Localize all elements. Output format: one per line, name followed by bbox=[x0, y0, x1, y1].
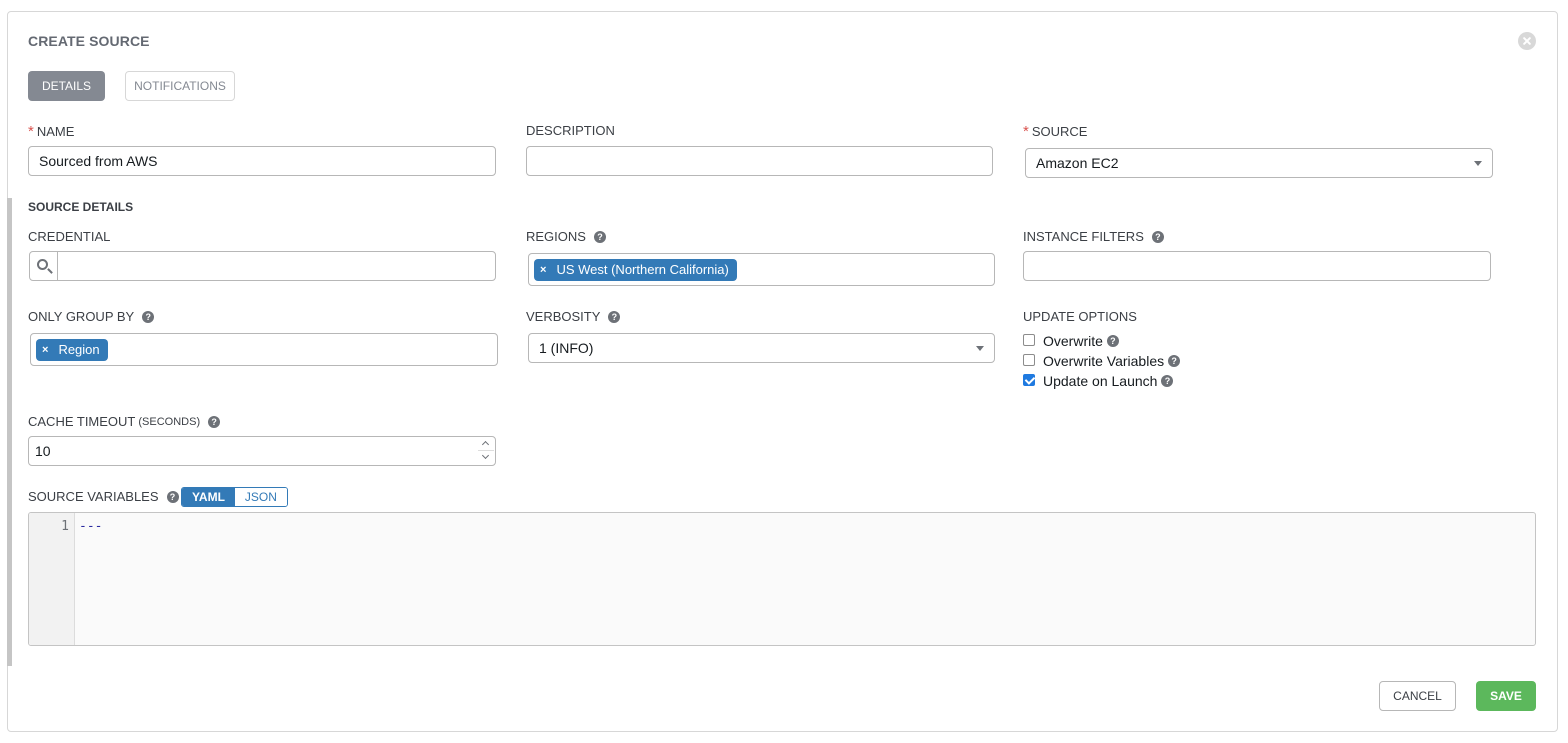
group-by-tag: × Region bbox=[36, 338, 108, 361]
question-circle-icon[interactable]: ? bbox=[1106, 335, 1119, 347]
instance-filters-label: INSTANCE FILTERS ? bbox=[1023, 229, 1164, 244]
times-icon[interactable]: × bbox=[540, 264, 546, 276]
only-group-by-multiselect[interactable]: × Region bbox=[30, 333, 498, 366]
search-icon bbox=[37, 259, 48, 270]
instance-filters-input[interactable] bbox=[1023, 251, 1491, 281]
source-details-heading: SOURCE DETAILS bbox=[28, 200, 134, 214]
source-variables-label: SOURCE VARIABLES ? bbox=[28, 489, 179, 504]
question-circle-icon[interactable]: ? bbox=[1161, 375, 1174, 387]
name-input[interactable]: Sourced from AWS bbox=[28, 146, 496, 176]
tab-details[interactable]: DETAILS bbox=[28, 71, 105, 101]
save-button[interactable]: SAVE bbox=[1476, 681, 1536, 711]
verbosity-label: VERBOSITY ? bbox=[526, 309, 621, 324]
description-label: DESCRIPTION bbox=[526, 123, 615, 138]
source-details-indicator-bar bbox=[7, 198, 12, 666]
cache-timeout-stepper[interactable] bbox=[478, 438, 494, 464]
verbosity-select[interactable]: 1 (INFO) bbox=[528, 333, 995, 363]
only-group-by-label: ONLY GROUP BY ? bbox=[28, 309, 155, 324]
cancel-button[interactable]: CANCEL bbox=[1379, 681, 1456, 711]
overwrite-checkbox[interactable] bbox=[1023, 334, 1035, 346]
yaml-json-toggle: YAML JSON bbox=[181, 487, 288, 507]
credential-input[interactable] bbox=[57, 251, 496, 281]
question-circle-icon[interactable]: ? bbox=[593, 230, 606, 243]
stepper-up-icon[interactable] bbox=[478, 438, 494, 451]
source-select[interactable]: Amazon EC2 bbox=[1025, 148, 1493, 178]
editor-gutter: 1 bbox=[29, 513, 75, 645]
name-label: * NAME bbox=[28, 123, 75, 140]
dialog-title: CREATE SOURCE bbox=[28, 33, 150, 49]
overwrite-variables-checkbox[interactable] bbox=[1023, 354, 1035, 366]
update-options-label: UPDATE OPTIONS bbox=[1023, 309, 1137, 324]
line-number: 1 bbox=[61, 519, 69, 534]
times-icon[interactable]: × bbox=[42, 344, 48, 356]
source-label: * SOURCE bbox=[1023, 123, 1088, 140]
regions-label: REGIONS ? bbox=[526, 229, 606, 244]
source-variables-editor[interactable]: 1 --- bbox=[28, 512, 1536, 646]
question-circle-icon[interactable]: ? bbox=[208, 415, 221, 428]
stepper-down-icon[interactable] bbox=[478, 451, 494, 464]
overwrite-variables-label: Overwrite Variables ? bbox=[1043, 353, 1181, 369]
region-tag: × US West (Northern California) bbox=[534, 258, 737, 281]
chevron-down-icon bbox=[976, 346, 984, 351]
description-input[interactable] bbox=[526, 146, 993, 176]
cache-timeout-input[interactable]: 10 bbox=[28, 436, 496, 466]
update-on-launch-label: Update on Launch ? bbox=[1043, 373, 1174, 389]
overwrite-label: Overwrite ? bbox=[1043, 333, 1119, 349]
update-on-launch-checkbox[interactable] bbox=[1023, 374, 1035, 386]
cache-timeout-label: CACHE TIMEOUT (SECONDS) ? bbox=[28, 414, 221, 429]
json-toggle-button[interactable]: JSON bbox=[234, 488, 287, 506]
question-circle-icon[interactable]: ? bbox=[1151, 230, 1164, 243]
question-circle-icon[interactable]: ? bbox=[166, 490, 179, 503]
question-circle-icon[interactable]: ? bbox=[608, 310, 621, 323]
close-icon[interactable] bbox=[1518, 32, 1536, 50]
regions-multiselect[interactable]: × US West (Northern California) bbox=[528, 253, 995, 286]
editor-content[interactable]: --- bbox=[79, 519, 102, 534]
question-circle-icon[interactable]: ? bbox=[142, 310, 155, 323]
credential-lookup-button[interactable] bbox=[29, 251, 58, 281]
yaml-toggle-button[interactable]: YAML bbox=[182, 488, 235, 506]
required-marker: * bbox=[28, 123, 34, 140]
question-circle-icon[interactable]: ? bbox=[1168, 355, 1181, 367]
tab-notifications[interactable]: NOTIFICATIONS bbox=[125, 71, 235, 101]
credential-label: CREDENTIAL bbox=[28, 229, 111, 244]
chevron-down-icon bbox=[1474, 161, 1482, 166]
required-marker: * bbox=[1023, 123, 1029, 140]
